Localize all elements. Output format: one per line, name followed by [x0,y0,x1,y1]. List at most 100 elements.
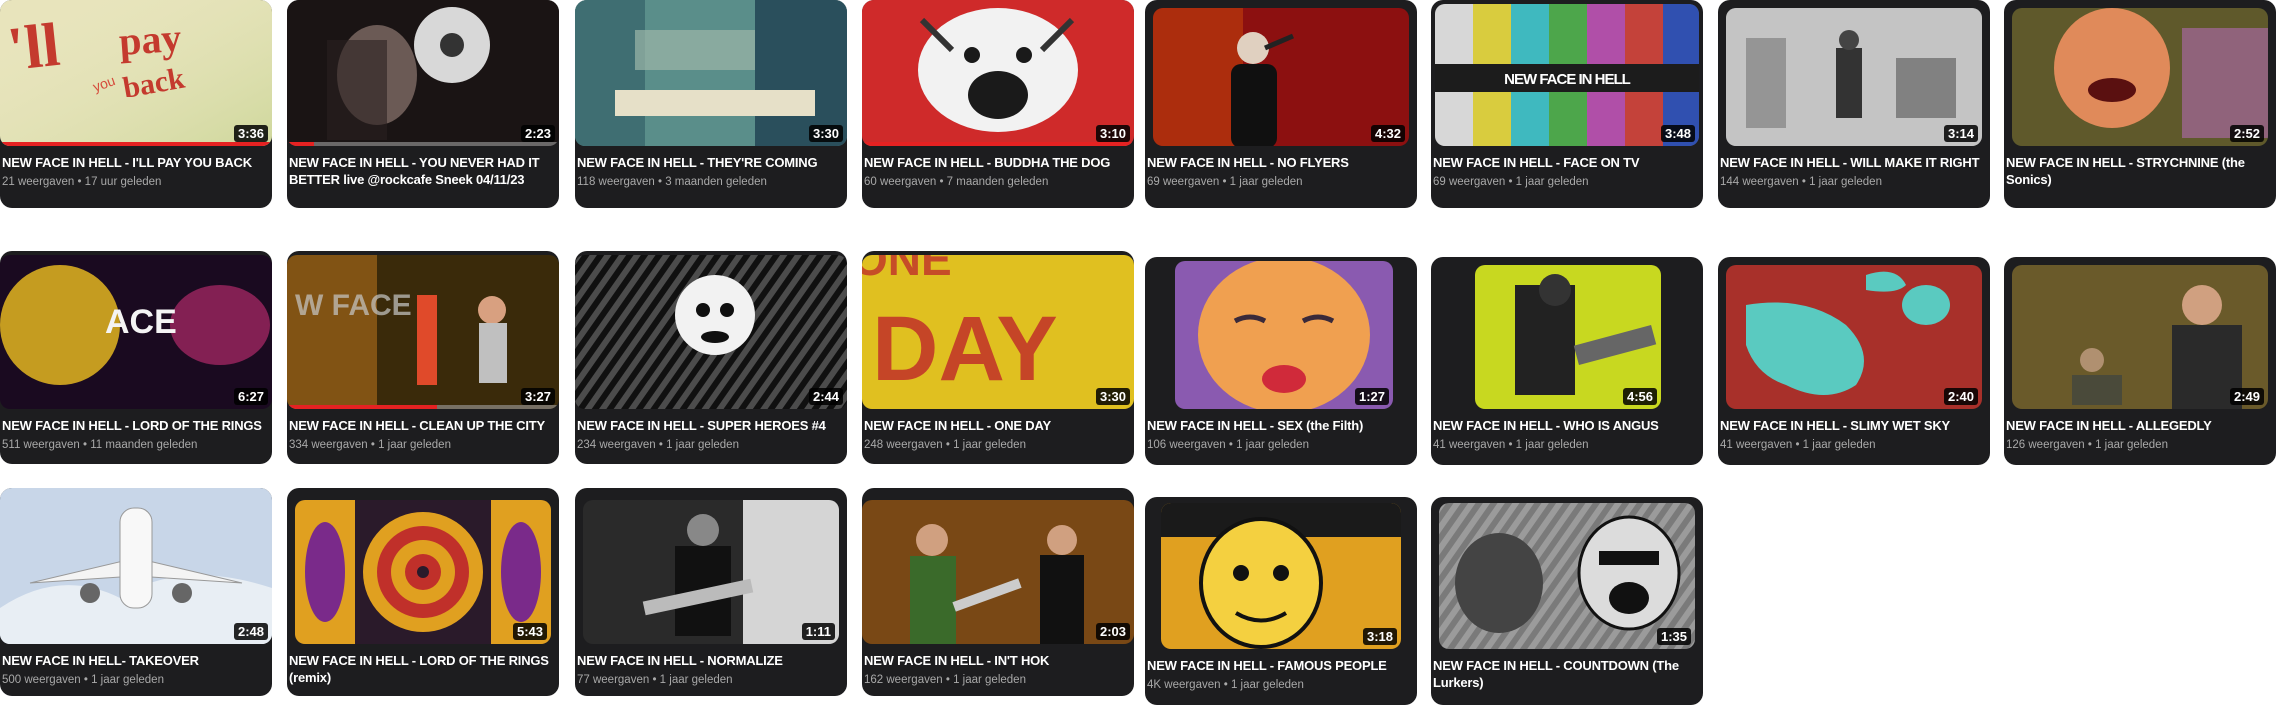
video-card[interactable]: ACE 6:27 NEW FACE IN HELL - LORD OF THE RI… [0,251,272,464]
video-thumbnail[interactable]: W FACE 3:27 [287,255,559,409]
video-card[interactable]: 2:23 NEW FACE IN HELL - YOU NEVER HAD IT … [287,0,559,208]
video-title[interactable]: NEW FACE IN HELL - ONE DAY [862,409,1134,434]
video-title[interactable]: NEW FACE IN HELL - FACE ON TV [1431,146,1703,171]
video-card[interactable]: W FACE 3:27 NEW FACE IN HELL - CLEAN UP T… [287,251,559,464]
video-title[interactable]: NEW FACE IN HELL - ALLEGEDLY [2004,409,2276,434]
video-title[interactable]: NEW FACE IN HELL - WILL MAKE IT RIGHT [1718,146,1990,171]
video-upload-age: 1 jaar geleden [659,674,733,686]
video-metadata: 41 weergaven • 1 jaar geleden [1431,434,1703,452]
video-title[interactable]: NEW FACE IN HELL - YOU NEVER HAD IT BETT… [287,146,559,188]
video-card[interactable]: 3:18 NEW FACE IN HELL - FAMOUS PEOPLE 4K w… [1145,497,1417,705]
video-metadata: 69 weergaven • 1 jaar geleden [1431,171,1703,189]
video-thumbnail[interactable]: 2:49 [2012,265,2268,409]
video-title[interactable]: NEW FACE IN HELL - FAMOUS PEOPLE [1145,649,1417,674]
video-duration: 4:32 [1370,125,1405,142]
video-metadata [2004,188,2276,192]
video-view-count: 144 weergaven [1720,176,1799,188]
video-title[interactable]: NEW FACE IN HELL - SEX (the Filth) [1145,409,1417,434]
video-thumbnail[interactable]: 'll pay back you 3:36 [0,0,272,146]
video-view-count: 106 weergaven [1147,439,1226,451]
video-metadata: 77 weergaven • 1 jaar geleden [575,669,847,687]
video-card[interactable]: 1:11 NEW FACE IN HELL - NORMALIZE 77 weerg… [575,488,847,696]
video-title[interactable]: NEW FACE IN HELL - THEY'RE COMING [575,146,847,171]
video-thumbnail[interactable]: 5:43 [295,500,551,644]
video-title[interactable]: NEW FACE IN HELL - WHO IS ANGUS [1431,409,1703,434]
video-card[interactable]: 5:43 NEW FACE IN HELL - LORD OF THE RINGS… [287,488,559,696]
video-view-count: 77 weergaven [577,674,650,686]
video-thumbnail[interactable]: 2:03 [862,500,1134,644]
video-card[interactable]: 2:52 NEW FACE IN HELL - STRYCHNINE (the S… [2004,0,2276,208]
video-card[interactable]: 'll pay back you 3:36 NEW FACE IN HELL - I… [0,0,272,208]
video-thumbnail[interactable]: ACE 6:27 [0,255,272,409]
video-card[interactable]: 1:35 NEW FACE IN HELL - COUNTDOWN (The Lu… [1431,497,1703,705]
video-thumbnail[interactable]: 4:56 [1475,265,1661,409]
video-thumbnail[interactable]: 1:11 [583,500,839,644]
video-view-count: 126 weergaven [2006,439,2085,451]
video-card[interactable]: 2:49 NEW FACE IN HELL - ALLEGEDLY 126 weer… [2004,257,2276,465]
video-card[interactable]: 4:32 NEW FACE IN HELL - NO FLYERS 69 weerg… [1145,0,1417,208]
video-title[interactable]: NEW FACE IN HELL- TAKEOVER [0,644,272,669]
video-upload-age: 1 jaar geleden [1229,176,1303,188]
video-details: NEW FACE IN HELL - LORD OF THE RINGS (re… [287,644,559,690]
video-card[interactable]: 4:56 NEW FACE IN HELL - WHO IS ANGUS 41 we… [1431,257,1703,465]
video-title[interactable]: NEW FACE IN HELL - COUNTDOWN (The Lurker… [1431,649,1703,691]
video-card[interactable]: ONE DAY 3:30 NEW FACE IN HELL - ONE DAY 248… [862,251,1134,464]
video-title[interactable]: NEW FACE IN HELL - I'LL PAY YOU BACK [0,146,272,171]
video-metadata: 126 weergaven • 1 jaar geleden [2004,434,2276,452]
video-thumbnail[interactable]: 2:40 [1726,265,1982,409]
thumbnail-abstract [1726,265,1982,409]
video-details: NEW FACE IN HELL - SUPER HEROES #4 234 we… [575,409,847,452]
video-title[interactable]: NEW FACE IN HELL - STRYCHNINE (the Sonic… [2004,146,2276,188]
video-details: NEW FACE IN HELL - COUNTDOWN (The Lurker… [1431,649,1703,695]
video-title[interactable]: NEW FACE IN HELL - SUPER HEROES #4 [575,409,847,434]
video-thumbnail[interactable]: NEW FACE IN HELL 3:48 [1435,4,1699,146]
separator-dot: • [1792,439,1803,451]
video-title[interactable]: NEW FACE IN HELL - BUDDHA THE DOG [862,146,1134,171]
svg-text:NEW FACE IN HELL: NEW FACE IN HELL [1504,71,1631,88]
video-thumbnail[interactable]: 3:30 [575,0,847,146]
video-title[interactable]: NEW FACE IN HELL - NO FLYERS [1145,146,1417,171]
video-thumbnail[interactable]: 1:35 [1439,503,1695,649]
video-title[interactable]: NEW FACE IN HELL - SLIMY WET SKY [1718,409,1990,434]
video-card[interactable]: 2:03 NEW FACE IN HELL - IN'T HOK 162 weerg… [862,488,1134,696]
video-card[interactable]: 1:27 NEW FACE IN HELL - SEX (the Filth) 10… [1145,257,1417,465]
video-thumbnail[interactable]: 2:48 [0,488,272,644]
video-duration: 3:18 [1362,628,1397,645]
video-view-count: 41 weergaven [1720,439,1793,451]
video-view-count: 21 weergaven [2,176,75,188]
video-card[interactable]: 3:30 NEW FACE IN HELL - THEY'RE COMING 118… [575,0,847,208]
video-card[interactable]: NEW FACE IN HELL 3:48 NEW FACE IN HELL - F… [1431,0,1703,208]
video-card[interactable]: 2:44 NEW FACE IN HELL - SUPER HEROES #4 23… [575,251,847,464]
video-metadata: 106 weergaven • 1 jaar geleden [1145,434,1417,452]
video-thumbnail[interactable]: 2:23 [287,0,559,146]
thumbnail-band-live: W FACE [287,255,559,409]
video-metadata [287,686,559,690]
video-card[interactable]: 2:48 NEW FACE IN HELL- TAKEOVER 500 weerga… [0,488,272,696]
video-upload-age: 1 jaar geleden [1515,176,1589,188]
video-thumbnail[interactable]: ONE DAY 3:30 [862,255,1134,409]
svg-text:DAY: DAY [872,298,1058,400]
video-card[interactable]: 3:10 NEW FACE IN HELL - BUDDHA THE DOG 60 … [862,0,1134,208]
video-view-count: 500 weergaven [2,674,81,686]
video-thumbnail[interactable]: 3:18 [1161,503,1401,649]
video-thumbnail[interactable]: 2:52 [2012,8,2268,146]
separator-dot: • [1505,439,1516,451]
video-thumbnail[interactable]: 3:14 [1726,8,1982,146]
video-title[interactable]: NEW FACE IN HELL - LORD OF THE RINGS (re… [287,644,559,686]
thumbnail-testcard: NEW FACE IN HELL [1435,4,1699,146]
video-thumbnail[interactable]: 2:44 [575,255,847,409]
video-thumbnail[interactable]: 4:32 [1153,8,1409,146]
video-title[interactable]: NEW FACE IN HELL - LORD OF THE RINGS [0,409,272,434]
video-duration: 1:27 [1354,388,1389,405]
video-view-count: 234 weergaven [577,439,656,451]
video-thumbnail[interactable]: 3:10 [862,0,1134,146]
video-details: NEW FACE IN HELL - NO FLYERS 69 weergaven… [1145,146,1417,189]
video-thumbnail[interactable]: 1:27 [1175,261,1393,409]
video-duration: 2:48 [233,623,268,640]
separator-dot: • [655,439,667,451]
video-title[interactable]: NEW FACE IN HELL - IN'T HOK [862,644,1134,669]
video-title[interactable]: NEW FACE IN HELL - CLEAN UP THE CITY [287,409,559,434]
video-card[interactable]: 3:14 NEW FACE IN HELL - WILL MAKE IT RIGH… [1718,0,1990,208]
video-title[interactable]: NEW FACE IN HELL - NORMALIZE [575,644,847,669]
video-card[interactable]: 2:40 NEW FACE IN HELL - SLIMY WET SKY 41 w… [1718,257,1990,465]
